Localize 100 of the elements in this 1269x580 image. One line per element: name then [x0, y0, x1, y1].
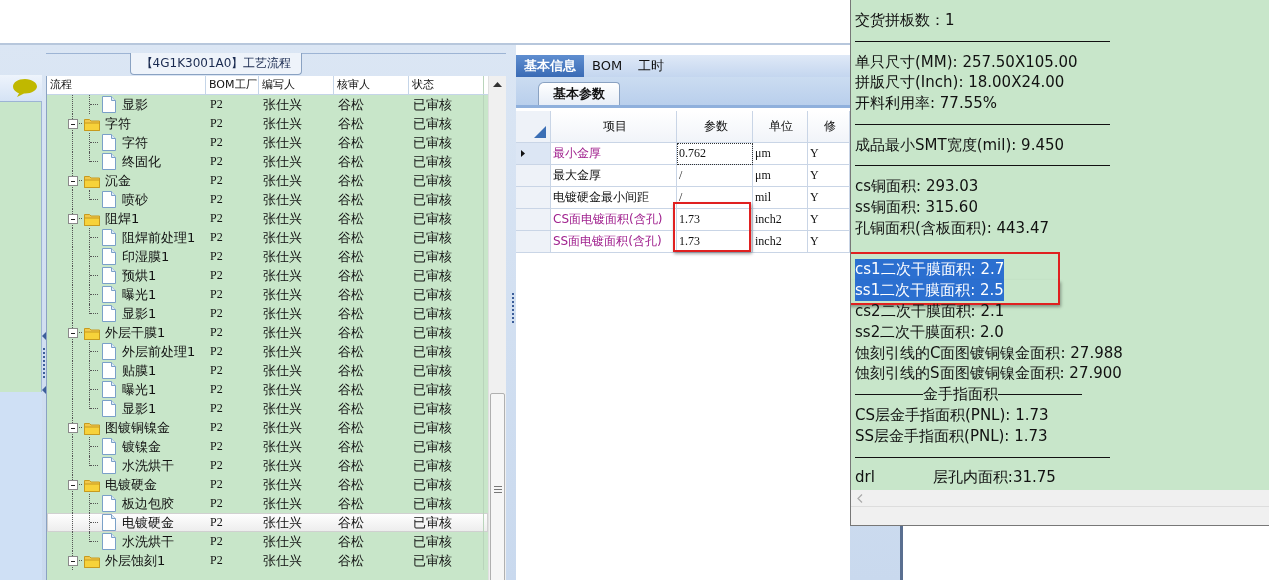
tree-item[interactable]: 水洗烘干 [122, 456, 174, 475]
table-cell-text: 张仕兴 [262, 305, 303, 323]
table-cell-text: P2 [209, 267, 224, 284]
expander-icon[interactable] [68, 480, 78, 490]
sub-tab[interactable]: 基本参数 [538, 82, 620, 105]
tab[interactable]: BOM [584, 55, 631, 77]
expander-icon[interactable] [68, 176, 78, 186]
table-cell-text: 张仕兴 [262, 229, 303, 247]
table-cell-text: 张仕兴 [262, 495, 303, 513]
scroll-up-icon[interactable] [493, 82, 503, 87]
column-header[interactable]: 流程 [47, 76, 206, 94]
document-icon [102, 362, 116, 379]
table-cell-text: 谷松 [337, 115, 365, 133]
info-line: 单只尺寸(MM): 257.50X105.00 [855, 51, 1078, 73]
tree-item[interactable]: 字符 [105, 114, 131, 133]
tree-item[interactable]: 水洗烘干 [122, 532, 174, 551]
info-line: 交货拼板数：1 [855, 9, 955, 31]
tree-item[interactable]: 终固化 [122, 152, 161, 171]
tab[interactable]: 工时 [630, 55, 673, 77]
info-line: 层孔内面积:31.75 [932, 467, 1056, 489]
folder-icon [84, 554, 100, 568]
table-cell-text: 谷松 [337, 248, 365, 266]
expander-icon[interactable] [68, 214, 78, 224]
table-cell-text: P2 [209, 400, 224, 417]
corner-header[interactable] [516, 111, 551, 143]
tree-item[interactable]: 字符 [122, 133, 148, 152]
table-cell: μm [753, 143, 808, 165]
tree-item[interactable]: 显影 [122, 95, 148, 114]
tab[interactable]: 基本信息 [516, 55, 584, 77]
table-cell: 1.73 [677, 209, 753, 231]
table-cell: 电镀硬金最小间距 [551, 187, 677, 209]
tree-item[interactable]: 外层前处理1 [122, 342, 196, 361]
folder-icon [84, 478, 100, 492]
table-cell: inch2 [753, 231, 808, 253]
table-cell-text: 张仕兴 [262, 381, 303, 399]
info-line: 拼版尺寸(Inch): 18.00X24.00 [855, 72, 1065, 94]
tree-item[interactable]: 图镀铜镍金 [105, 418, 170, 437]
expander-icon[interactable] [68, 119, 78, 129]
column-header[interactable]: 编写人 [259, 76, 334, 94]
table-cell-text: 张仕兴 [262, 96, 303, 114]
expander-icon[interactable] [68, 423, 78, 433]
tree-item[interactable]: 外层干膜1 [105, 323, 166, 342]
tree-item[interactable]: 外层蚀刻1 [105, 551, 166, 570]
table-cell: 已审核 [409, 532, 484, 551]
table-cell: 已审核 [409, 171, 484, 190]
table-cell-text: 张仕兴 [262, 267, 303, 285]
column-header[interactable]: BOM工厂 [206, 76, 259, 94]
column-header[interactable]: 状态 [409, 76, 484, 94]
corner-triangle-icon[interactable] [534, 126, 546, 138]
tree-item[interactable]: 显影1 [122, 304, 157, 323]
table-cell: 已审核 [409, 513, 484, 532]
folder-icon [84, 421, 100, 435]
table-cell-text: 张仕兴 [262, 514, 303, 532]
table-cell-text: P2 [209, 324, 224, 341]
table-cell: 已审核 [409, 304, 484, 323]
table-cell-text: P2 [209, 153, 224, 170]
document-icon [102, 533, 116, 550]
collapse-arrow-icon[interactable] [42, 331, 46, 340]
info-line: CS层金手指面积(PNL): 1.73 [855, 405, 1049, 427]
table-cell-text: 谷松 [337, 362, 365, 380]
info-line: ss2二次干膜面积: 2.0 [855, 321, 1004, 343]
table-cell-text: 谷松 [337, 153, 365, 171]
tree-item[interactable]: 板边包胶 [122, 494, 174, 513]
column-header[interactable]: 单位 [753, 111, 808, 143]
tree-item[interactable]: 印湿膜1 [122, 247, 170, 266]
table-cell-text: 张仕兴 [262, 134, 303, 152]
table-cell: 已审核 [409, 399, 484, 418]
info-line: cs2二次干膜面积: 2.1 [855, 301, 1005, 323]
column-header[interactable]: 修 [808, 111, 850, 143]
table-cell: / [677, 165, 753, 187]
table-cell: 已审核 [409, 418, 484, 437]
tree-item[interactable]: 显影1 [122, 399, 157, 418]
table-cell: 0.762 [677, 143, 753, 165]
tree-item[interactable]: 镀镍金 [122, 437, 161, 456]
expander-icon[interactable] [68, 556, 78, 566]
scrollbar-thumb[interactable] [490, 393, 505, 580]
collapse-arrow-icon[interactable] [42, 385, 46, 394]
tree-item[interactable]: 阻焊1 [105, 209, 140, 228]
table-cell: 已审核 [409, 437, 484, 456]
tree-item[interactable]: 曝光1 [122, 285, 157, 304]
column-header[interactable]: 项目 [551, 111, 677, 143]
table-cell-text: 谷松 [337, 134, 365, 152]
info-line: 孔铜面积(含板面积): 443.47 [855, 217, 1049, 239]
table-cell-text: 张仕兴 [262, 533, 303, 551]
table-cell: 已审核 [409, 228, 484, 247]
tree-item[interactable]: 曝光1 [122, 380, 157, 399]
tree-item[interactable]: 贴膜1 [122, 361, 157, 380]
column-header[interactable]: 参数 [677, 111, 753, 143]
table-cell-text: P2 [209, 552, 224, 569]
table-cell: 最大金厚 [551, 165, 677, 187]
table-cell: Y [808, 231, 850, 253]
expander-icon[interactable] [68, 328, 78, 338]
table-cell-text: P2 [209, 191, 224, 208]
tree-item[interactable]: 阻焊前处理1 [122, 228, 196, 247]
tree-item[interactable]: 喷砂 [122, 190, 148, 209]
tree-item[interactable]: 沉金 [105, 171, 131, 190]
selected-row[interactable]: 电镀硬金 P2 张仕兴 谷松 已审核 [47, 513, 489, 532]
tree-item[interactable]: 预烘1 [122, 266, 157, 285]
tree-item[interactable]: 电镀硬金 [105, 475, 157, 494]
column-header[interactable]: 核审人 [334, 76, 409, 94]
